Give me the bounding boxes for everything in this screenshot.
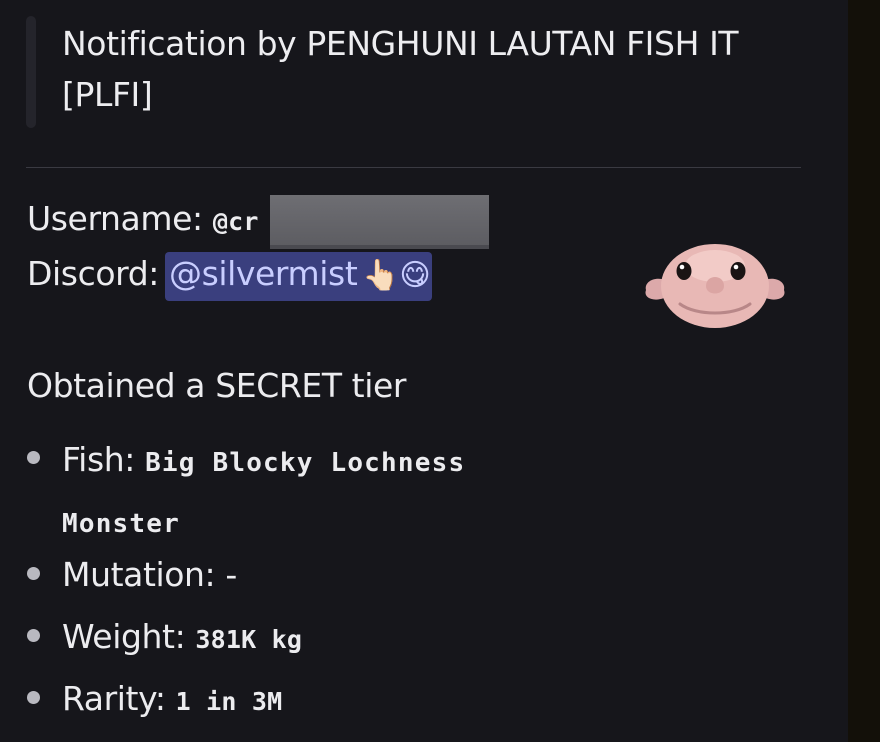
fish-label: Fish: [62, 440, 135, 479]
weight-value: 381K kg [195, 625, 303, 654]
bullet-dot [27, 629, 40, 642]
notification-embed: Notification by PENGHUNI LAUTAN FISH IT … [0, 0, 848, 742]
rarity-label: Rarity: [62, 679, 166, 718]
bullet-dot [27, 567, 40, 580]
right-edge-strip [848, 0, 880, 742]
fish-details-list: Fish: Big Blocky Lochness Monster Mutati… [0, 0, 848, 742]
mutation-label: Mutation: [62, 555, 216, 594]
mutation-value: - [225, 555, 237, 594]
rarity-value: 1 in 3M [175, 687, 283, 716]
bullet-dot [27, 451, 40, 464]
bullet-dot [27, 691, 40, 704]
weight-label: Weight: [62, 617, 186, 656]
